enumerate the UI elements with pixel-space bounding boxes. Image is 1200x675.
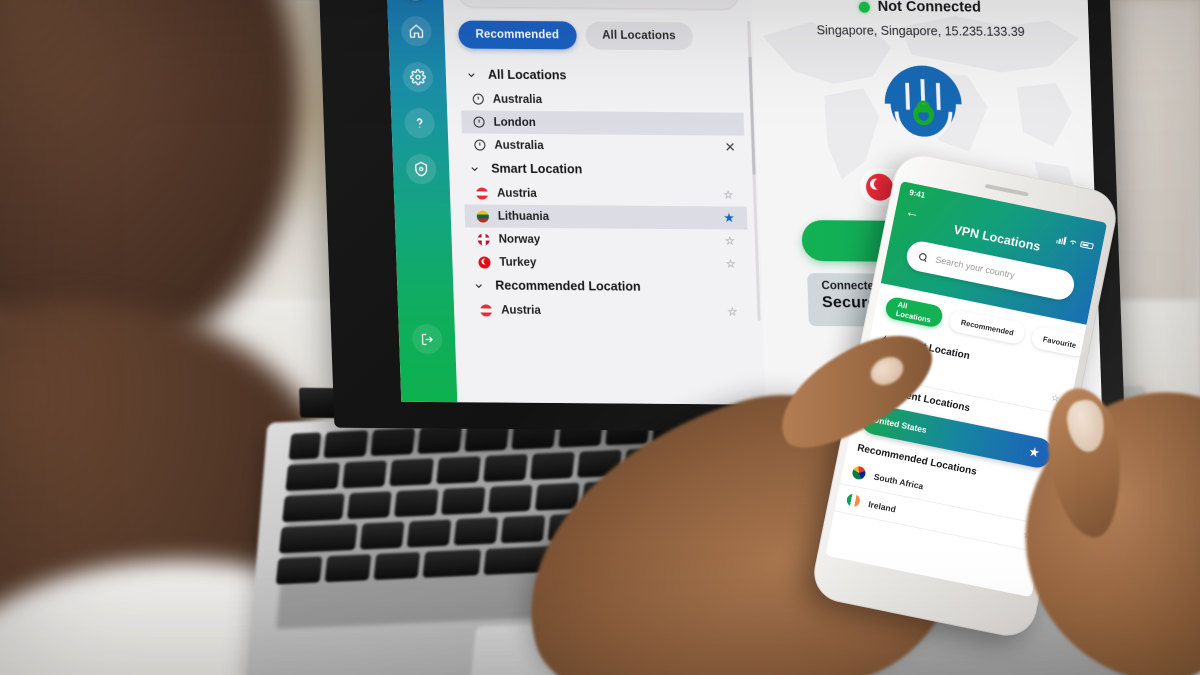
wifi-icon — [1070, 240, 1077, 245]
flag-ireland-icon — [845, 492, 862, 509]
photo-scene: FD Search h — [0, 0, 1200, 675]
flag-austria-icon — [475, 187, 489, 200]
location-label: Austria — [500, 304, 542, 317]
flag-turkey-icon — [478, 255, 491, 269]
flag-norway-icon — [477, 232, 490, 246]
flag-lithuania-icon — [476, 209, 490, 223]
list-item[interactable]: Turkey ☆ — [466, 250, 749, 275]
location-label: London — [493, 116, 536, 129]
list-item[interactable]: Lithuania ★ — [464, 204, 748, 230]
list-item[interactable]: Australia — [460, 87, 743, 112]
location-label: Austria — [496, 187, 537, 200]
chip-all-locations[interactable]: All Locations — [883, 295, 945, 329]
search-input[interactable]: Search here... — [456, 0, 740, 10]
help-icon[interactable] — [404, 108, 436, 139]
phone-location-label: Ireland — [867, 498, 897, 514]
connection-state: Not Connected — [858, 0, 981, 16]
gear-icon[interactable] — [402, 62, 434, 93]
close-icon[interactable]: ✕ — [724, 139, 735, 155]
favorite-star-icon[interactable]: ☆ — [725, 234, 735, 247]
group-title: Recommended Location — [495, 278, 641, 294]
list-item[interactable]: London — [461, 110, 745, 136]
chip-recommended[interactable]: Recommended — [948, 308, 1027, 346]
phone-speaker — [984, 183, 1029, 197]
group-header-smart-location[interactable]: Smart Location — [463, 156, 746, 183]
flag-austria-icon — [479, 303, 493, 317]
group-header-all-locations[interactable]: All Locations — [459, 62, 742, 89]
favorite-star-icon[interactable]: ☆ — [726, 257, 736, 270]
battery-icon — [1079, 240, 1094, 250]
chevron-down-icon — [468, 72, 475, 77]
group-title: Smart Location — [490, 161, 583, 177]
favorite-star-icon[interactable]: ☆ — [723, 188, 733, 201]
clock-icon — [472, 93, 484, 105]
list-item[interactable]: Austria ☆ — [468, 298, 751, 323]
logout-icon[interactable] — [411, 323, 443, 355]
location-label: Australia — [494, 139, 544, 152]
chip-favourite[interactable]: Favourite — [1030, 325, 1090, 359]
clock-icon — [473, 116, 485, 128]
list-item[interactable]: Australia ✕ — [462, 133, 745, 158]
group-title: All Locations — [487, 67, 567, 83]
favorite-star-icon[interactable]: ★ — [724, 211, 734, 224]
phone-location-label: South Africa — [873, 471, 925, 491]
tab-all-locations[interactable]: All Locations — [584, 21, 694, 51]
favorite-star-icon[interactable]: ★ — [1028, 445, 1040, 460]
phone-search-placeholder: Search your country — [934, 254, 1016, 281]
chevron-down-icon — [471, 166, 478, 171]
server-detail: Singapore, Singapore, 15.235.133.39 — [816, 23, 1025, 39]
shield-icon[interactable] — [405, 153, 437, 185]
filter-tabs: Recommended All Locations — [458, 20, 741, 51]
group-header-recommended-location[interactable]: Recommended Location — [467, 273, 750, 300]
location-label: Australia — [492, 93, 543, 106]
vpn-logo-icon — [873, 54, 973, 156]
location-label: Turkey — [499, 256, 537, 269]
search-icon — [919, 252, 927, 262]
clock-icon — [474, 139, 486, 151]
flag-south-africa-icon — [851, 465, 867, 481]
status-dot-icon — [858, 1, 870, 13]
list-item[interactable]: Norway ☆ — [465, 227, 748, 252]
connection-state-label: Not Connected — [877, 0, 982, 16]
locations-list-panel: Search here... Recommended All Locations… — [442, 0, 766, 405]
location-label: Norway — [498, 233, 541, 246]
home-icon[interactable] — [400, 16, 432, 47]
signal-icon — [1055, 235, 1067, 245]
tab-recommended[interactable]: Recommended — [458, 20, 577, 50]
favorite-star-icon[interactable]: ☆ — [727, 305, 737, 318]
chevron-down-icon — [475, 283, 482, 288]
list-item[interactable]: Austria ☆ — [464, 181, 747, 206]
location-label: Lithuania — [497, 210, 550, 223]
